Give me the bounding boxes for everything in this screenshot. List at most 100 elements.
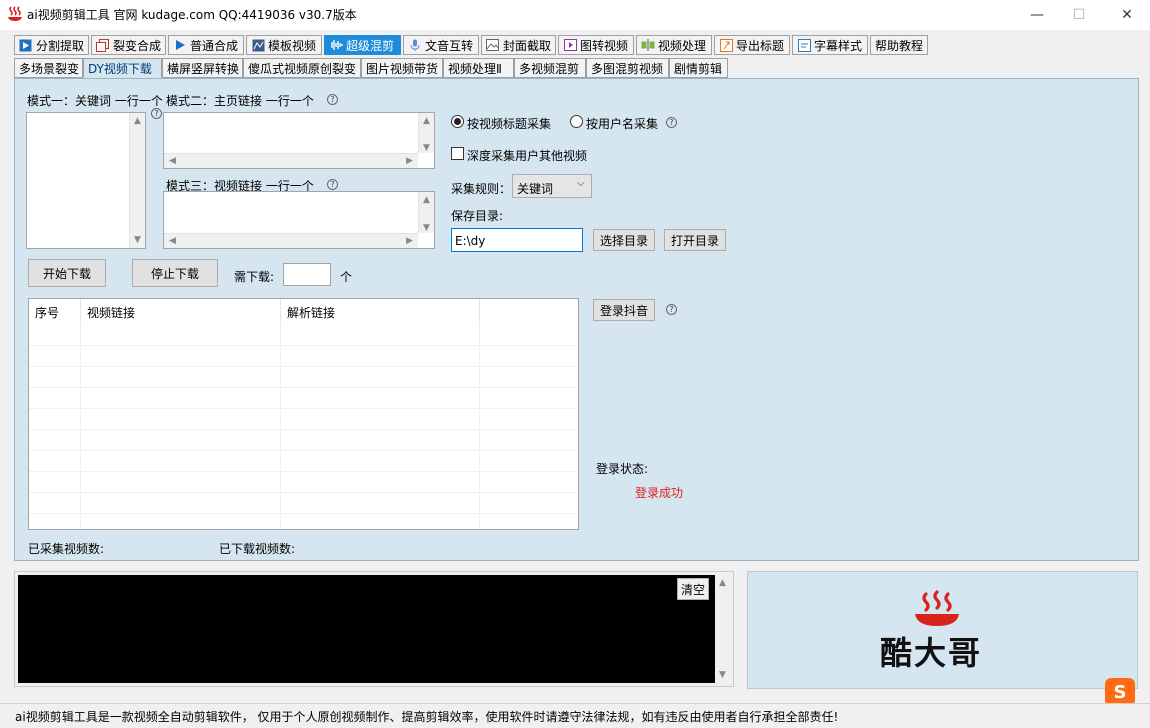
logo-panel: 酷大哥 [747, 571, 1138, 689]
radio-dot [454, 118, 461, 125]
tab-label: 模板视频 [268, 38, 317, 53]
need-download-input[interactable] [283, 263, 331, 286]
radio-by-user[interactable] [570, 115, 583, 128]
subtab-multi-image-mix[interactable]: 多图混剪视频 [586, 58, 669, 78]
deep-collect-label[interactable]: 深度采集用户其他视频 [467, 147, 587, 164]
log-scrollbar[interactable]: ▲ ▼ [715, 575, 731, 683]
scroll-right-icon[interactable]: ▶ [406, 236, 413, 246]
scroll-left-icon[interactable]: ◀ [169, 236, 176, 246]
radio-by-title-label[interactable]: 按视频标题采集 [467, 115, 551, 132]
homepage-vscrollbar[interactable]: ▲ ▼ [418, 113, 434, 153]
tab-help-tutorial[interactable]: 帮助教程 [870, 35, 928, 55]
column-header-parsed-link[interactable]: 解析链接 [281, 299, 480, 325]
radio-by-title[interactable] [451, 115, 464, 128]
status-text: ai视频剪辑工具是一款视频全自动剪辑软件， 仅用于个人原创视频制作、提高剪辑效率… [15, 710, 839, 724]
tab-label: 导出标题 [736, 38, 785, 53]
microphone-icon [408, 38, 422, 52]
scroll-down-icon[interactable]: ▼ [719, 670, 726, 680]
subtab-video-process-2[interactable]: 视频处理Ⅱ [443, 58, 514, 78]
help-icon[interactable]: ? [666, 117, 677, 128]
radio-by-user-label[interactable]: 按用户名采集 [586, 115, 658, 132]
tab-label: 文音互转 [425, 38, 474, 53]
status-bar: ai视频剪辑工具是一款视频全自动剪辑软件， 仅用于个人原创视频制作、提高剪辑效率… [0, 703, 1150, 728]
start-download-button[interactable]: 开始下载 [28, 259, 106, 287]
table-row [29, 451, 578, 472]
subtab-orientation[interactable]: 横屏竖屏转换 [162, 58, 243, 78]
unit-label: 个 [340, 270, 353, 284]
subtab-image-video-sales[interactable]: 图片视频带货 [361, 58, 443, 78]
mode2-label: 模式二：主页链接 一行一个 [166, 94, 314, 108]
copy-icon [96, 38, 110, 52]
subtab-multi-video-mix[interactable]: 多视频混剪 [514, 58, 586, 78]
template-icon [251, 38, 265, 52]
tab-text-audio[interactable]: 文音互转 [403, 35, 479, 55]
clear-log-button[interactable]: 清空 [677, 578, 709, 600]
rule-select[interactable]: 关键词 ⌵ [512, 174, 592, 198]
tab-image-to-video[interactable]: 图转视频 [558, 35, 634, 55]
help-icon[interactable]: ? [327, 179, 338, 190]
save-dir-value: E:\dy [455, 234, 486, 248]
keyword-textarea[interactable]: ▲ ▼ [26, 112, 146, 249]
tab-subtitle-style[interactable]: 字幕样式 [792, 35, 868, 55]
downloaded-count-label: 已下载视频数: [219, 542, 296, 556]
tab-normal-compose[interactable]: 普通合成 [168, 35, 244, 55]
help-icon[interactable]: ? [327, 94, 338, 105]
need-download-label: 需下载: [234, 270, 275, 284]
tab-label: 超级混剪 [346, 38, 395, 53]
login-douyin-button[interactable]: 登录抖音 [593, 299, 655, 321]
save-dir-input[interactable]: E:\dy [451, 228, 583, 252]
choose-dir-button[interactable]: 选择目录 [593, 229, 655, 251]
scroll-up-icon[interactable]: ▲ [423, 116, 430, 126]
video-link-textarea[interactable]: ▲ ▼ ◀ ▶ [163, 191, 435, 249]
homepage-hscrollbar[interactable]: ◀ ▶ [164, 153, 418, 168]
help-icon[interactable]: ? [151, 108, 162, 119]
column-header-video-link[interactable]: 视频链接 [81, 299, 281, 325]
scroll-down-icon[interactable]: ▼ [423, 223, 430, 233]
close-button[interactable]: ✕ [1104, 0, 1150, 30]
tab-label: 字幕样式 [814, 38, 863, 53]
scroll-up-icon[interactable]: ▲ [719, 578, 726, 588]
tab-template-video[interactable]: 模板视频 [246, 35, 322, 55]
tab-video-process[interactable]: 视频处理 [636, 35, 712, 55]
videolink-hscrollbar[interactable]: ◀ ▶ [164, 233, 418, 248]
app-logo-icon [8, 6, 22, 21]
log-output[interactable] [18, 575, 715, 683]
tab-label: 帮助教程 [875, 38, 924, 53]
subtab-multi-scene[interactable]: 多场景裂变 [14, 58, 83, 78]
tab-label: 分割提取 [35, 38, 84, 53]
tab-split-extract[interactable]: 分割提取 [14, 35, 89, 55]
rule-label: 采集规则： [451, 182, 512, 196]
subtab-dy-download[interactable]: DY视频下载 [83, 58, 162, 78]
scroll-up-icon[interactable]: ▲ [134, 116, 141, 126]
maximize-button[interactable]: ☐ [1056, 0, 1102, 30]
scroll-up-icon[interactable]: ▲ [423, 195, 430, 205]
login-status-label: 登录状态: [596, 462, 649, 476]
minimize-button[interactable]: — [1014, 0, 1060, 30]
tab-export-title[interactable]: 导出标题 [714, 35, 790, 55]
tab-label: 普通合成 [190, 38, 239, 53]
scroll-down-icon[interactable]: ▼ [423, 143, 430, 153]
videolink-vscrollbar[interactable]: ▲ ▼ [418, 192, 434, 233]
tab-label: 视频处理 [658, 38, 707, 53]
save-dir-label: 保存目录: [451, 209, 504, 223]
scroll-left-icon[interactable]: ◀ [169, 156, 176, 166]
scroll-down-icon[interactable]: ▼ [134, 235, 141, 245]
homepage-link-textarea[interactable]: ▲ ▼ ◀ ▶ [163, 112, 435, 169]
deep-collect-checkbox[interactable] [451, 147, 464, 160]
keyword-scrollbar[interactable]: ▲ ▼ [129, 113, 145, 248]
scroll-right-icon[interactable]: ▶ [406, 156, 413, 166]
column-header-index[interactable]: 序号 [29, 299, 81, 325]
subtab-plot-edit[interactable]: 剧情剪辑 [669, 58, 728, 78]
stop-download-button[interactable]: 停止下载 [132, 259, 218, 287]
tab-fission-compose[interactable]: 裂变合成 [91, 35, 166, 55]
rule-select-value: 关键词 [517, 182, 554, 196]
table-row [29, 346, 578, 367]
open-dir-button[interactable]: 打开目录 [664, 229, 726, 251]
tab-super-mix[interactable]: 超级混剪 [324, 35, 401, 55]
help-icon[interactable]: ? [666, 304, 677, 315]
video-table[interactable]: 序号 视频链接 解析链接 [28, 298, 579, 530]
input-method-icon[interactable]: S [1105, 678, 1135, 706]
export-icon [719, 38, 733, 52]
tab-cover-capture[interactable]: 封面截取 [481, 35, 556, 55]
subtab-simple-fission[interactable]: 傻瓜式视频原创裂变 [243, 58, 361, 78]
